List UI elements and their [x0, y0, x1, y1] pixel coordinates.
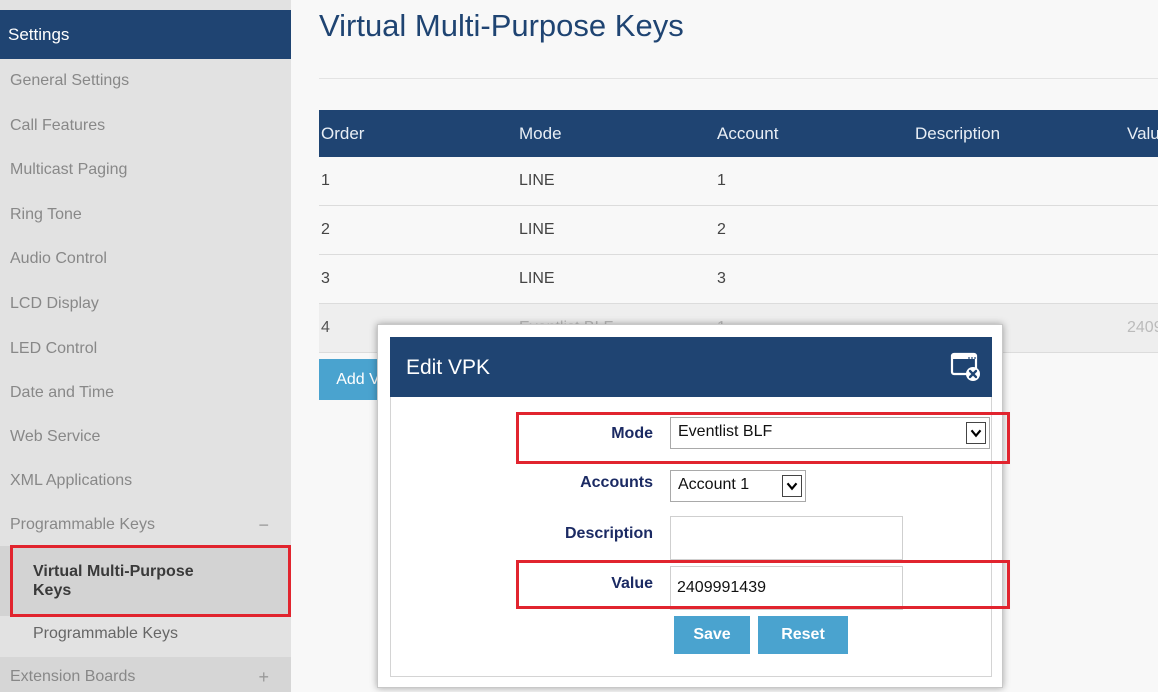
- sidebar-item-web-service[interactable]: Web Service: [0, 415, 291, 459]
- chevron-down-icon: [966, 422, 986, 444]
- collapse-icon[interactable]: −: [258, 515, 269, 535]
- chevron-down-icon: [782, 475, 802, 497]
- sidebar-item-label: LED Control: [10, 340, 98, 357]
- column-header-value[interactable]: Value: [1127, 110, 1158, 157]
- accounts-select-value: Account 1: [678, 476, 750, 493]
- sidebar-item-label: Audio Control: [10, 250, 107, 267]
- column-header-order[interactable]: Order: [321, 110, 364, 157]
- close-window-icon[interactable]: [950, 351, 981, 382]
- reset-button[interactable]: Reset: [758, 616, 848, 654]
- sidebar-item-general-settings[interactable]: General Settings: [0, 59, 291, 103]
- title-divider: [319, 78, 1158, 79]
- cell-mode: LINE: [519, 172, 555, 189]
- cell-account: 1: [717, 172, 726, 189]
- cell-order: 4: [321, 319, 330, 336]
- sidebar-item-audio-control[interactable]: Audio Control: [0, 237, 291, 281]
- description-input[interactable]: [670, 516, 903, 560]
- dialog-body: Mode Eventlist BLF Accounts Account 1 De…: [390, 397, 992, 677]
- sidebar-item-label: General Settings: [10, 72, 130, 89]
- cell-mode: LINE: [519, 221, 555, 238]
- sidebar-item-label: Ring Tone: [10, 206, 82, 223]
- accounts-label: Accounts: [580, 474, 653, 491]
- sidebar-item-led-control[interactable]: LED Control: [0, 327, 291, 371]
- sidebar-item-ring-tone[interactable]: Ring Tone: [0, 193, 291, 237]
- table-row[interactable]: 2 LINE 2: [319, 206, 1158, 255]
- sidebar-item-call-features[interactable]: Call Features: [0, 104, 291, 148]
- sidebar-item-label: Call Features: [10, 117, 106, 134]
- value-label: Value: [611, 575, 653, 592]
- dialog-title: Edit VPK: [406, 356, 491, 379]
- sidebar-item-label: Multicast Paging: [10, 161, 128, 178]
- sidebar-item-extension-boards[interactable]: Extension Boards +: [0, 657, 291, 692]
- description-label: Description: [564, 525, 653, 542]
- accounts-select[interactable]: Account 1: [670, 470, 806, 502]
- column-header-mode[interactable]: Mode: [519, 110, 562, 157]
- cell-account: 3: [717, 270, 726, 287]
- expand-icon[interactable]: +: [258, 667, 269, 687]
- sidebar-item-programmable-keys[interactable]: Programmable Keys: [0, 612, 291, 656]
- edit-vpk-dialog: Edit VPK Mode Eventlist BLF Accounts Acc…: [377, 324, 1003, 688]
- column-header-description[interactable]: Description: [915, 110, 1000, 157]
- mode-select[interactable]: Eventlist BLF: [670, 417, 990, 449]
- sidebar-item-label: Extension Boards: [10, 668, 136, 685]
- cell-order: 3: [321, 270, 330, 287]
- sidebar-item-multicast-paging[interactable]: Multicast Paging: [0, 148, 291, 192]
- sidebar-item-label: Date and Time: [10, 384, 115, 401]
- sidebar-item-label: Virtual Multi-Purpose Keys: [33, 563, 194, 599]
- cell-order: 2: [321, 221, 330, 238]
- mode-label: Mode: [611, 425, 653, 442]
- save-button[interactable]: Save: [674, 616, 750, 654]
- sidebar-item-label: Web Service: [10, 428, 101, 445]
- sidebar-item-label: XML Applications: [10, 472, 133, 489]
- sidebar-item-virtual-multi-purpose-keys[interactable]: Virtual Multi-Purpose Keys: [0, 546, 291, 616]
- sidebar-item-label: LCD Display: [10, 295, 99, 312]
- table-row[interactable]: 3 LINE 3: [319, 255, 1158, 304]
- sidebar-header: Settings: [0, 10, 291, 59]
- cell-order: 1: [321, 172, 330, 189]
- table-row[interactable]: 1 LINE 1: [319, 157, 1158, 206]
- page-title: Virtual Multi-Purpose Keys: [319, 8, 684, 43]
- value-input[interactable]: 2409991439: [670, 566, 903, 610]
- cell-value: 2409: [1127, 319, 1158, 336]
- mode-select-value: Eventlist BLF: [678, 423, 773, 440]
- sidebar-item-label: Programmable Keys: [33, 625, 178, 642]
- sidebar-item-label: Programmable Keys: [10, 516, 155, 533]
- vpk-table: Order Mode Account Description Value 1 L…: [319, 110, 1158, 353]
- sidebar-item-programmable-keys-group[interactable]: Programmable Keys −: [0, 503, 291, 547]
- settings-sidebar: Settings General Settings Call Features …: [0, 0, 291, 692]
- table-header: Order Mode Account Description Value: [319, 110, 1158, 157]
- cell-mode: LINE: [519, 270, 555, 287]
- sidebar-item-lcd-display[interactable]: LCD Display: [0, 282, 291, 326]
- sidebar-item-xml-applications[interactable]: XML Applications: [0, 459, 291, 503]
- dialog-header: Edit VPK: [390, 337, 992, 397]
- cell-account: 2: [717, 221, 726, 238]
- sidebar-item-date-and-time[interactable]: Date and Time: [0, 371, 291, 415]
- column-header-account[interactable]: Account: [717, 110, 778, 157]
